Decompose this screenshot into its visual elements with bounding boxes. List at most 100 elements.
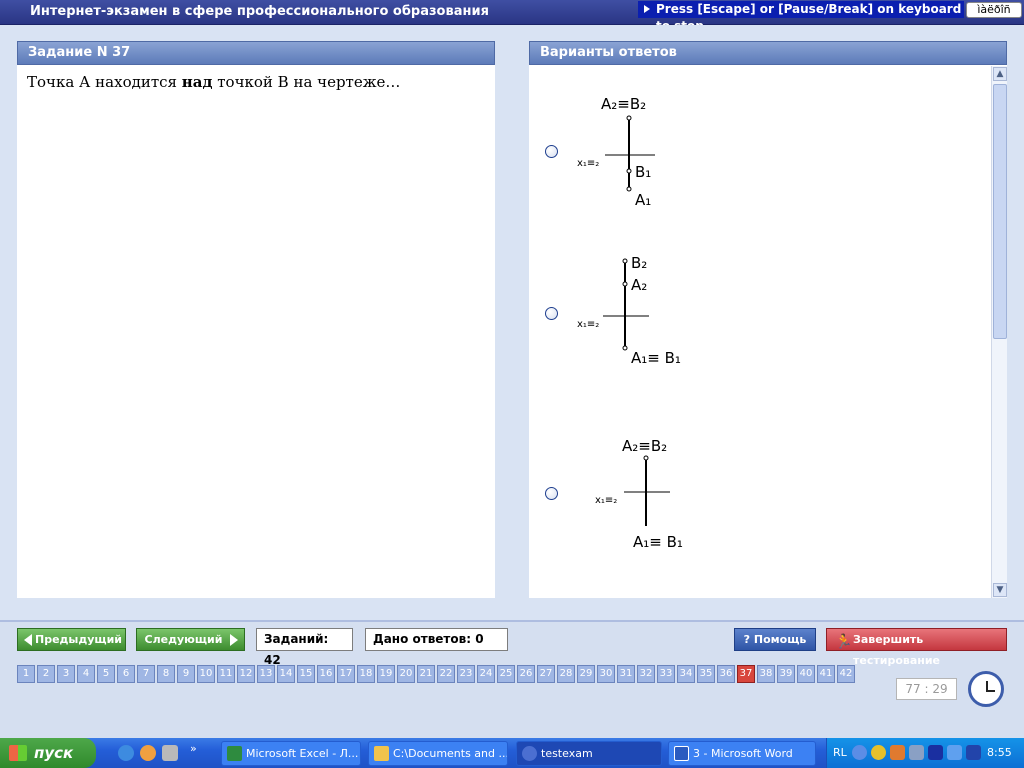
page-button-20[interactable]: 20 — [397, 665, 415, 683]
scroll-up-icon[interactable]: ▲ — [993, 67, 1007, 81]
opt2-bottom-label: A₁≡ B₁ — [631, 349, 681, 367]
tray-lang[interactable]: RL — [833, 746, 847, 759]
chevron-right-icon[interactable]: » — [190, 742, 206, 758]
system-tray: RL 8:55 — [826, 738, 1024, 768]
page-button-8[interactable]: 8 — [157, 665, 175, 683]
start-button[interactable]: пуск — [0, 738, 96, 768]
page-button-6[interactable]: 6 — [117, 665, 135, 683]
page-button-9[interactable]: 9 — [177, 665, 195, 683]
next-button[interactable]: Следующий — [136, 628, 245, 651]
answer-radio-2[interactable] — [545, 307, 558, 320]
page-button-19[interactable]: 19 — [377, 665, 395, 683]
quicklaunch-icon[interactable] — [162, 745, 178, 761]
taskbar-testexam[interactable]: testexam — [516, 741, 662, 766]
taskbar-word[interactable]: 3 - Microsoft Word — [668, 741, 816, 766]
page-button-10[interactable]: 10 — [197, 665, 215, 683]
task-label-folder: C:\Documents and ... — [393, 747, 508, 760]
scroll-down-icon[interactable]: ▼ — [993, 583, 1007, 597]
page-button-32[interactable]: 32 — [637, 665, 655, 683]
tray-app-icon[interactable] — [890, 745, 905, 760]
finish-label: Завершить тестирование — [853, 633, 941, 667]
page-button-2[interactable]: 2 — [37, 665, 55, 683]
page-button-21[interactable]: 21 — [417, 665, 435, 683]
tray-back-icon[interactable] — [852, 745, 867, 760]
page-button-41[interactable]: 41 — [817, 665, 835, 683]
page-button-42[interactable]: 42 — [837, 665, 855, 683]
page-button-31[interactable]: 31 — [617, 665, 635, 683]
page-button-36[interactable]: 36 — [717, 665, 735, 683]
page-button-5[interactable]: 5 — [97, 665, 115, 683]
help-button[interactable]: ? Помощь — [734, 628, 816, 651]
page-button-11[interactable]: 11 — [217, 665, 235, 683]
answer-drawing-2[interactable]: B₂ A₂ x₁≡₂ A₁≡ B₁ — [575, 247, 695, 369]
page-button-1[interactable]: 1 — [17, 665, 35, 683]
tray-clock: 8:55 — [987, 746, 1012, 759]
next-label: Следующий — [144, 633, 223, 646]
page-button-28[interactable]: 28 — [557, 665, 575, 683]
answer-radio-1[interactable] — [545, 145, 558, 158]
page-button-30[interactable]: 30 — [597, 665, 615, 683]
tray-monitor-icon[interactable] — [966, 745, 981, 760]
play-arrow-icon — [644, 5, 650, 13]
page-button-38[interactable]: 38 — [757, 665, 775, 683]
media-player-icon[interactable] — [140, 745, 156, 761]
page-button-7[interactable]: 7 — [137, 665, 155, 683]
escape-hint-banner: Press [Escape] or [Pause/Break] on keybo… — [638, 1, 964, 33]
question-text: Точка А находится над точкой В на чертеж… — [27, 73, 400, 91]
opt2-top-label: B₂ — [631, 254, 647, 272]
page-button-15[interactable]: 15 — [297, 665, 315, 683]
previous-button[interactable]: Предыдущий — [17, 628, 126, 651]
page-button-13[interactable]: 13 — [257, 665, 275, 683]
language-indicator[interactable]: ìàëðîñ — [966, 2, 1022, 18]
page-button-16[interactable]: 16 — [317, 665, 335, 683]
arrow-right-icon — [230, 634, 238, 646]
page-button-40[interactable]: 40 — [797, 665, 815, 683]
task-label-word: 3 - Microsoft Word — [693, 747, 793, 760]
page-button-34[interactable]: 34 — [677, 665, 695, 683]
page-button-3[interactable]: 3 — [57, 665, 75, 683]
scroll-thumb[interactable] — [993, 84, 1007, 339]
page-button-37[interactable]: 37 — [737, 665, 755, 683]
page-button-22[interactable]: 22 — [437, 665, 455, 683]
tasks-count: Заданий: 42 — [256, 628, 353, 667]
ie-icon[interactable] — [118, 745, 134, 761]
page-button-29[interactable]: 29 — [577, 665, 595, 683]
previous-label: Предыдущий — [34, 633, 122, 646]
page-button-17[interactable]: 17 — [337, 665, 355, 683]
tray-play-icon[interactable] — [909, 745, 924, 760]
arrow-left-icon — [24, 634, 32, 646]
opt1-bottom-label: A₁ — [635, 191, 651, 209]
tray-smiley-icon[interactable] — [871, 745, 886, 760]
page-button-33[interactable]: 33 — [657, 665, 675, 683]
answers-scrollbar[interactable]: ▲ ▼ — [991, 66, 1007, 598]
answer-drawing-3[interactable]: A₂≡B₂ x₁≡₂ A₁≡ B₁ — [591, 431, 711, 556]
page-button-39[interactable]: 39 — [777, 665, 795, 683]
finish-test-button[interactable]: 🏃 Завершить тестирование — [826, 628, 1007, 667]
page-button-23[interactable]: 23 — [457, 665, 475, 683]
page-button-12[interactable]: 12 — [237, 665, 255, 683]
title-bar: Интернет-экзамен в сфере профессионально… — [0, 0, 1024, 33]
page-button-18[interactable]: 18 — [357, 665, 375, 683]
page-button-24[interactable]: 24 — [477, 665, 495, 683]
window-title: Интернет-экзамен в сфере профессионально… — [30, 4, 489, 19]
page-button-27[interactable]: 27 — [537, 665, 555, 683]
page-button-14[interactable]: 14 — [277, 665, 295, 683]
opt2-axis-label: x₁≡₂ — [577, 319, 599, 330]
answer-drawing-1[interactable]: A₂≡B₂ x₁≡₂ B₁ A₁ — [575, 93, 695, 213]
windows-flag-icon — [9, 745, 27, 761]
task-label-testexam: testexam — [541, 747, 593, 760]
page-button-4[interactable]: 4 — [77, 665, 95, 683]
page-button-35[interactable]: 35 — [697, 665, 715, 683]
taskbar-excel[interactable]: Microsoft Excel - Л... — [221, 741, 361, 766]
question-post: точкой В на чертеже… — [212, 73, 401, 91]
page-button-26[interactable]: 26 — [517, 665, 535, 683]
tray-media-icon[interactable] — [928, 745, 943, 760]
help-label: Помощь — [753, 633, 807, 646]
task-header: Задание N 37 — [17, 41, 495, 65]
page-button-25[interactable]: 25 — [497, 665, 515, 683]
taskbar-folder[interactable]: C:\Documents and ... — [368, 741, 508, 766]
opt2-mid-label: A₂ — [631, 276, 647, 294]
tray-network-icon[interactable] — [947, 745, 962, 760]
excel-icon — [227, 746, 242, 761]
answer-radio-3[interactable] — [545, 487, 558, 500]
